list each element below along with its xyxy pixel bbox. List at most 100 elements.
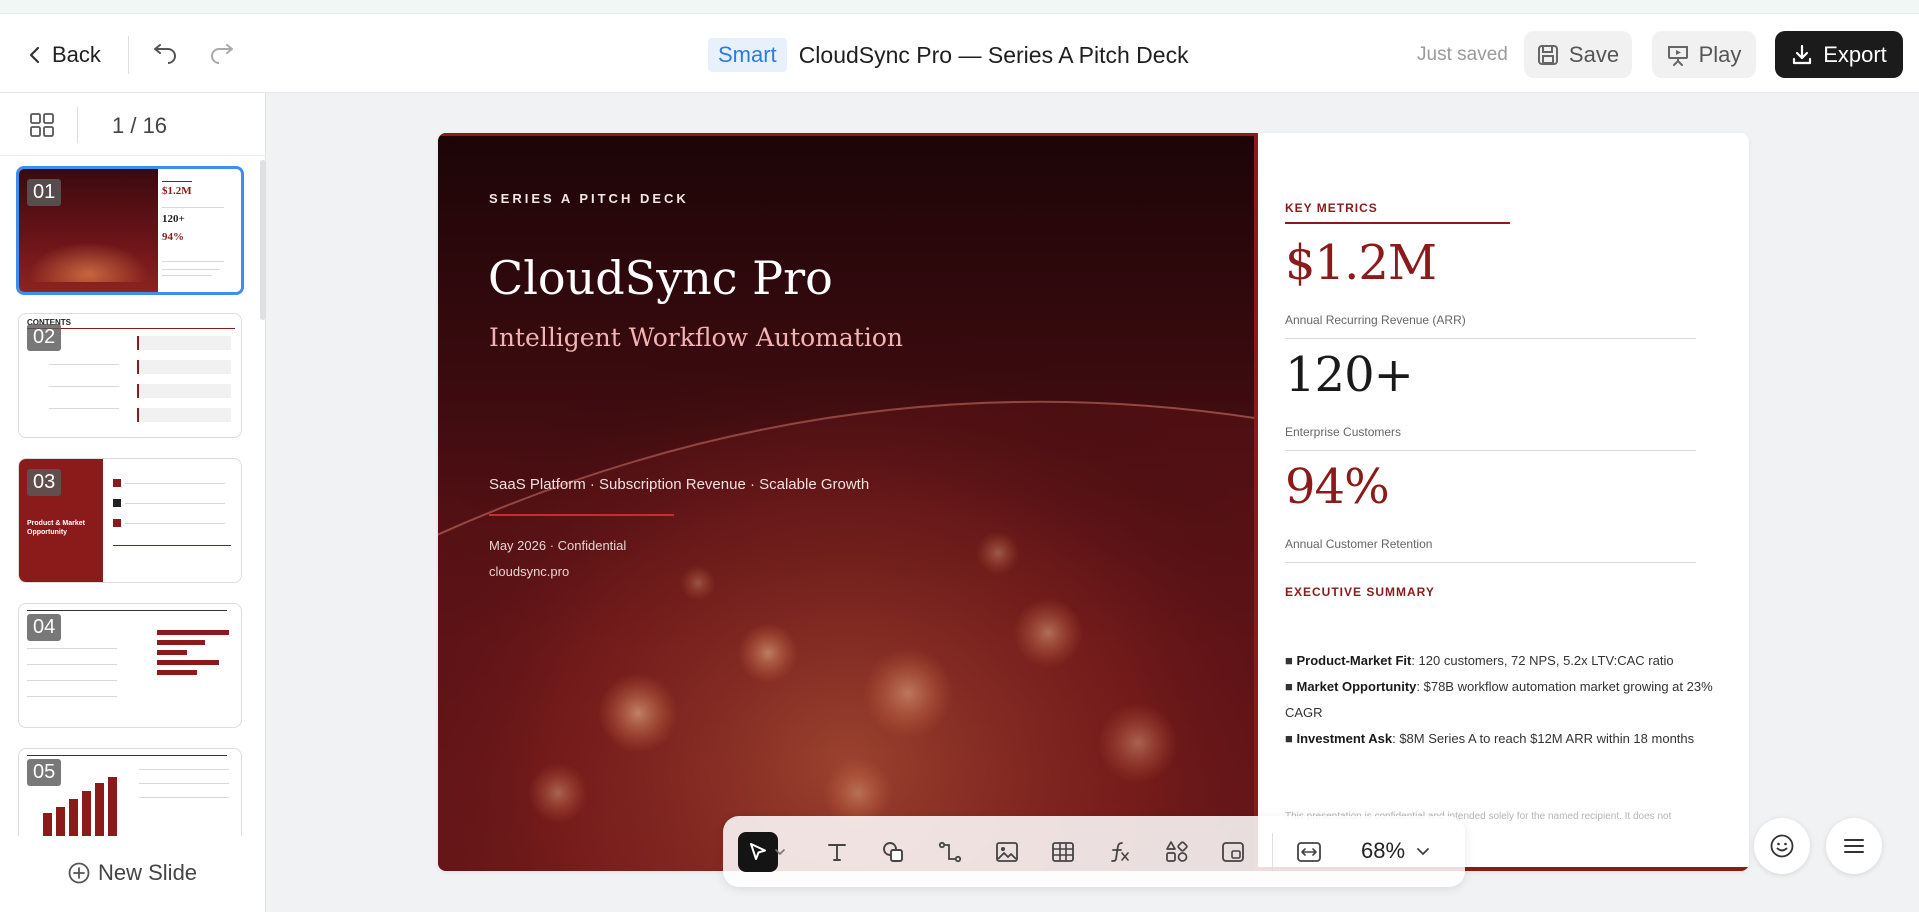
sidebar-scrollbar[interactable] xyxy=(258,156,266,836)
image-icon xyxy=(996,842,1018,862)
sidebar-toolbar: 1 / 16 xyxy=(0,93,266,156)
new-slide-button[interactable]: New Slide xyxy=(68,860,197,886)
function-icon xyxy=(1111,842,1129,862)
slide-thumbnail-2[interactable]: 02 CONTENTS xyxy=(18,313,242,438)
divider xyxy=(77,107,78,143)
chevron-down-icon xyxy=(1417,848,1429,856)
thumbnail-list[interactable]: 01 $1.2M 120+ 94% 02 CONTENTS 03 Product… xyxy=(0,156,266,836)
executive-summary-heading[interactable]: EXECUTIVE SUMMARY xyxy=(1285,585,1435,599)
hamburger-menu-icon xyxy=(1844,839,1864,853)
date-confidential[interactable]: May 2026 · Confidential xyxy=(489,538,626,553)
bullet-item: ■ Market Opportunity: $78B workflow auto… xyxy=(1285,679,1713,720)
slide-number: 03 xyxy=(27,469,62,496)
cursor-arrow-icon xyxy=(750,843,766,860)
slide-thumbnail-5[interactable]: 05 xyxy=(18,748,242,836)
save-button[interactable]: Save xyxy=(1524,31,1632,78)
text-tool[interactable] xyxy=(817,832,857,872)
slide-thumbnail-1[interactable]: 01 $1.2M 120+ 94% xyxy=(16,166,244,295)
zoom-level[interactable]: 68% xyxy=(1361,838,1405,864)
page-indicator: 1 / 16 xyxy=(112,113,168,138)
plus-circle-icon xyxy=(68,862,90,884)
fit-width-icon xyxy=(1297,842,1321,862)
table-icon xyxy=(1052,842,1074,862)
play-label: Play xyxy=(1698,41,1742,67)
thumb-customers: 120+ xyxy=(162,213,185,225)
save-label: Save xyxy=(1568,41,1620,67)
slide-title[interactable]: CloudSync Pro xyxy=(488,251,833,305)
thumb-metrics: $1.2M 120+ 94% xyxy=(158,169,241,292)
connector-icon xyxy=(938,841,962,863)
formula-tool[interactable] xyxy=(1100,832,1140,872)
redo-icon xyxy=(211,44,233,64)
slide-canvas[interactable]: SERIES A PITCH DECK CloudSync Pro Intell… xyxy=(438,133,1749,871)
play-button[interactable]: Play xyxy=(1652,31,1756,78)
smiley-icon xyxy=(1770,834,1794,858)
new-slide-label: New Slide xyxy=(98,860,198,885)
scrollbar-thumb[interactable] xyxy=(260,160,266,320)
metric-retention-value[interactable]: 94% xyxy=(1285,459,1390,515)
accent-rule xyxy=(489,514,674,516)
heading-rule xyxy=(1285,222,1510,224)
tagline[interactable]: SaaS Platform · Subscription Revenue · S… xyxy=(489,476,869,493)
elements-tool[interactable] xyxy=(1157,832,1197,872)
table-tool[interactable] xyxy=(1043,832,1083,872)
slide-subtitle[interactable]: Intelligent Workflow Automation xyxy=(489,323,903,352)
thumb-retention: 94% xyxy=(162,231,184,243)
slide-sidebar: 1 / 16 01 $1.2M 120+ 94% 02 CONTENTS 03 … xyxy=(0,93,266,912)
export-button[interactable]: Export xyxy=(1775,31,1903,78)
shapes-icon xyxy=(883,842,903,862)
save-status: Just saved xyxy=(1417,44,1508,65)
metric-divider xyxy=(1285,338,1696,339)
title-area: Smart CloudSync Pro — Series A Pitch Dec… xyxy=(708,37,1189,73)
undo-icon xyxy=(154,44,176,64)
header: Back Smart CloudSync Pro — Series A Pitc… xyxy=(0,14,1919,93)
cover-panel[interactable]: SERIES A PITCH DECK CloudSync Pro Intell… xyxy=(438,133,1258,871)
fit-width-button[interactable] xyxy=(1289,832,1329,872)
presentation-icon xyxy=(1667,45,1688,66)
image-tool[interactable] xyxy=(987,832,1027,872)
top-accent-rule xyxy=(438,133,1258,136)
menu-button[interactable] xyxy=(1826,818,1882,874)
bullet-item: ■ Product-Market Fit: 120 customers, 72 … xyxy=(1285,653,1674,668)
metric-customers-value[interactable]: 120+ xyxy=(1285,347,1414,403)
export-label: Export xyxy=(1823,41,1887,67)
grid-icon xyxy=(30,113,54,137)
save-icon xyxy=(1537,44,1558,65)
select-mode-dropdown[interactable] xyxy=(770,832,790,872)
website[interactable]: cloudsync.pro xyxy=(489,564,569,579)
toolbar-divider xyxy=(1272,833,1273,871)
elements-icon xyxy=(1166,841,1188,862)
download-icon xyxy=(1793,44,1812,64)
metrics-panel[interactable]: KEY METRICS $1.2M Annual Recurring Reven… xyxy=(1258,133,1749,871)
chevron-left-icon xyxy=(29,46,40,64)
text-icon xyxy=(828,844,846,861)
grid-view-button[interactable] xyxy=(28,111,56,139)
metric-customers-label[interactable]: Enterprise Customers xyxy=(1285,425,1401,439)
shape-tool[interactable] xyxy=(873,832,913,872)
redo-button[interactable] xyxy=(205,38,239,72)
slide-thumbnail-3[interactable]: 03 Product & Market Opportunity xyxy=(18,458,242,583)
earth-night-image xyxy=(438,133,1258,871)
slide-number: 01 xyxy=(27,179,62,206)
metric-divider xyxy=(1285,562,1696,563)
key-metrics-heading[interactable]: KEY METRICS xyxy=(1285,201,1378,215)
eyebrow-label[interactable]: SERIES A PITCH DECK xyxy=(489,191,689,206)
feedback-button[interactable] xyxy=(1754,818,1810,874)
top-strip xyxy=(0,0,1919,14)
divider xyxy=(128,36,129,74)
zoom-dropdown[interactable] xyxy=(1411,832,1435,872)
connector-tool[interactable] xyxy=(930,832,970,872)
slide-thumbnail-4[interactable]: 04 xyxy=(18,603,242,728)
metric-divider xyxy=(1285,450,1696,451)
metric-arr-label[interactable]: Annual Recurring Revenue (ARR) xyxy=(1285,313,1466,327)
thumb-heading: Product & Market Opportunity xyxy=(27,520,85,536)
metric-arr-value[interactable]: $1.2M xyxy=(1285,235,1437,291)
slide-number: 04 xyxy=(27,614,62,641)
undo-button[interactable] xyxy=(148,38,182,72)
metric-retention-label[interactable]: Annual Customer Retention xyxy=(1285,537,1432,551)
smart-badge[interactable]: Smart xyxy=(708,38,787,72)
summary-bullets[interactable]: ■ Product-Market Fit: 120 customers, 72 … xyxy=(1285,648,1725,752)
document-title[interactable]: CloudSync Pro — Series A Pitch Deck xyxy=(799,42,1189,69)
media-tool[interactable] xyxy=(1213,832,1253,872)
back-button[interactable]: Back xyxy=(28,40,101,70)
